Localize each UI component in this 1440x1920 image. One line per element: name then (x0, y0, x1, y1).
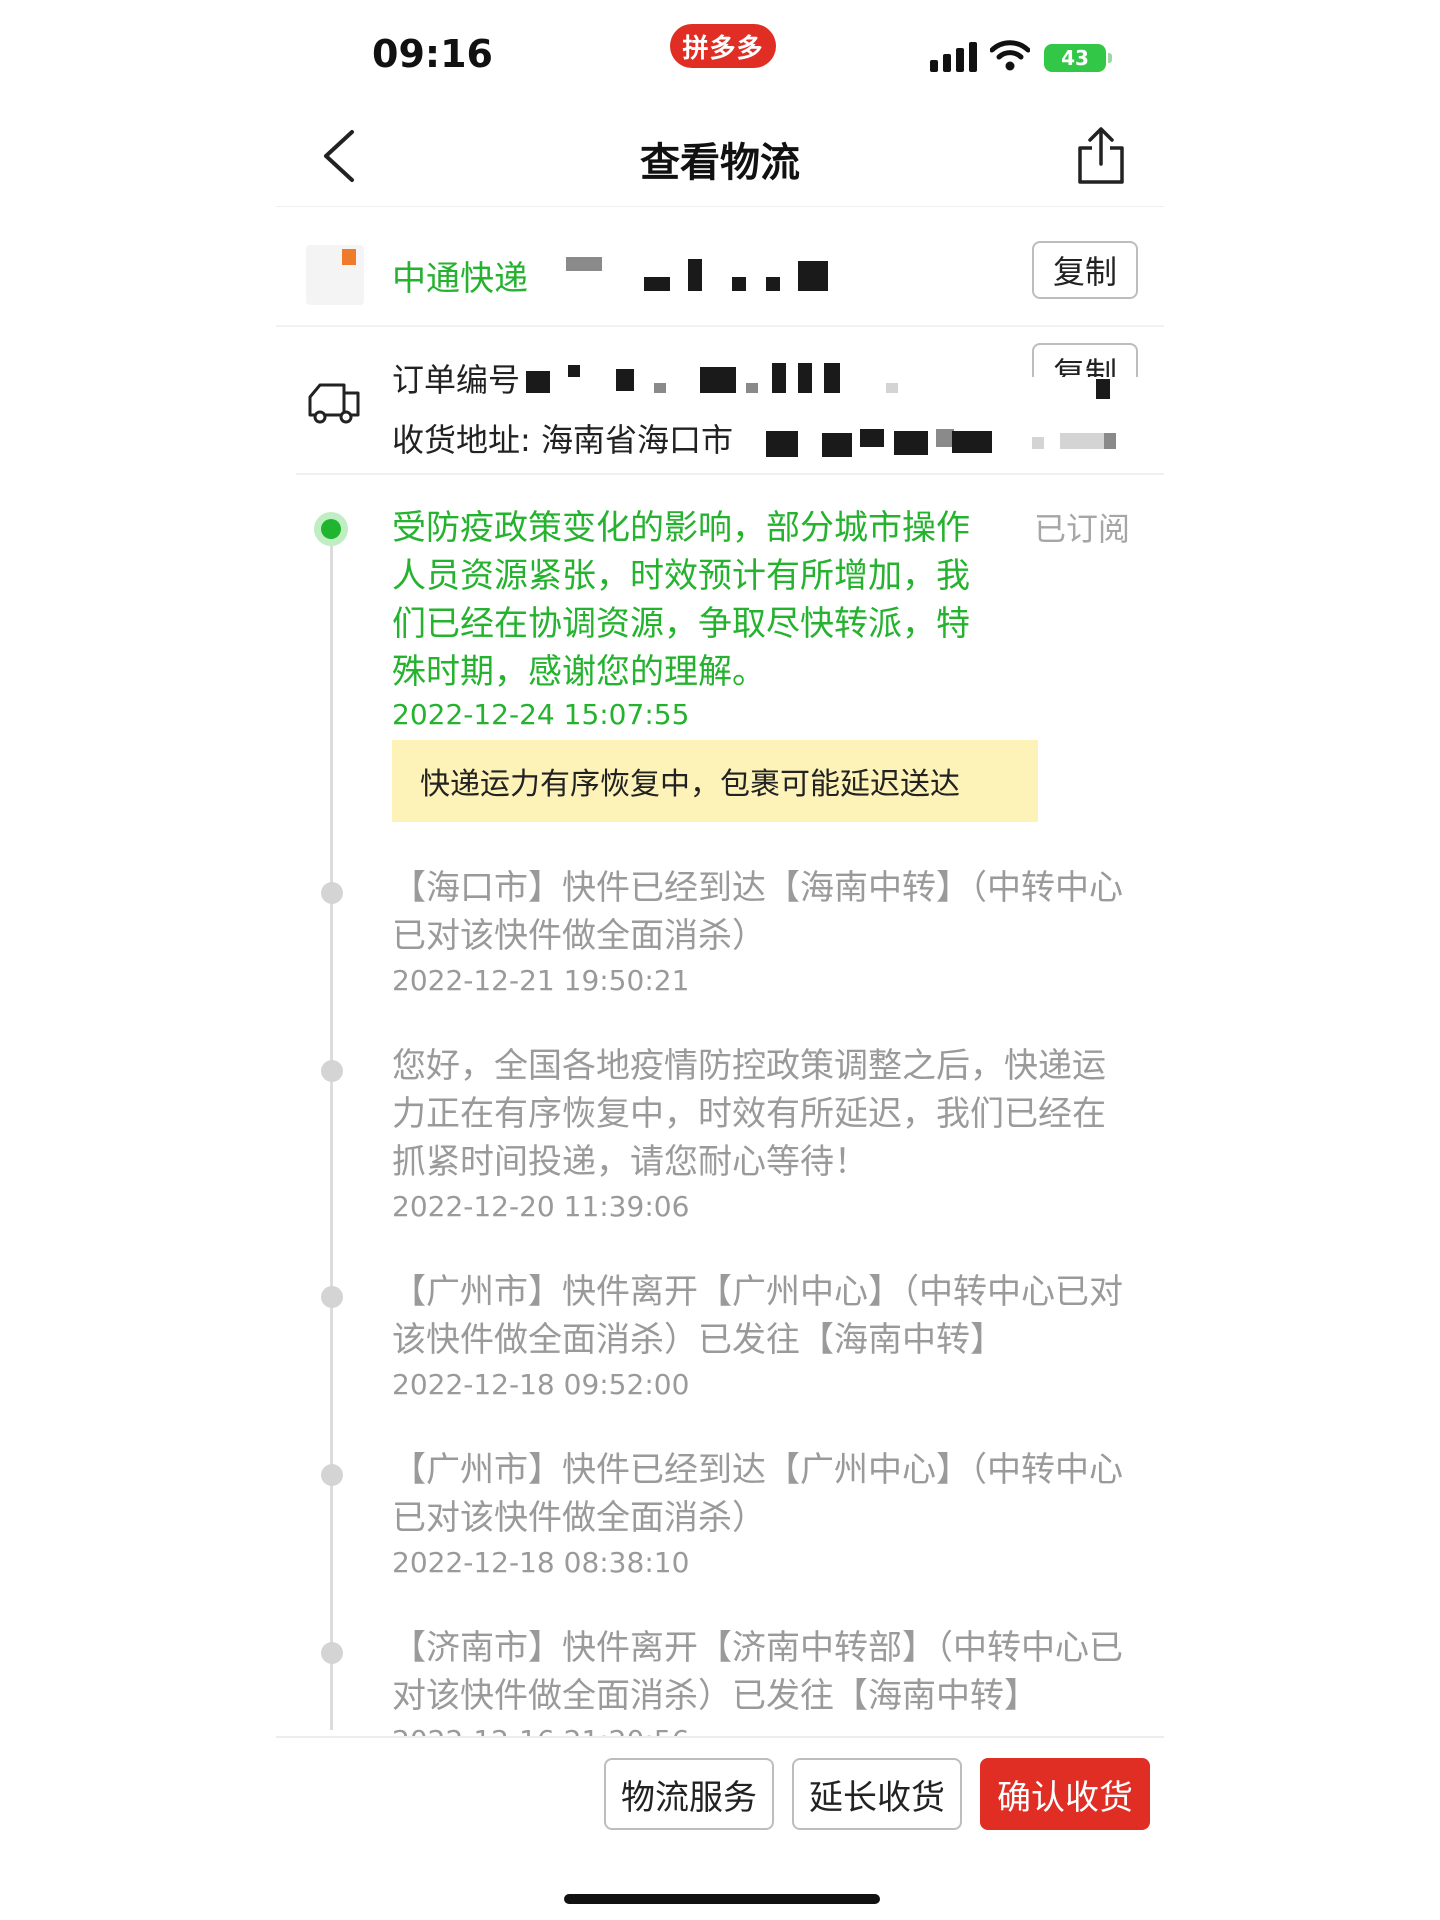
event-time: 2022-12-20 11:39:06 (392, 1190, 690, 1223)
timeline-dot (321, 882, 343, 904)
redacted-order-number (568, 365, 580, 377)
event-text-current: 受防疫政策变化的影响，部分城市操作人员资源紧张，时效预计有所增加，我们已经在协调… (392, 508, 970, 692)
app-badge: 拼多多 (670, 24, 776, 68)
signal-icon (930, 42, 977, 72)
redacted-order-number (700, 367, 736, 393)
confirm-receipt-button[interactable]: 确认收货 (980, 1758, 1150, 1830)
timeline-dot-current (314, 512, 348, 546)
courier-logo (306, 245, 364, 305)
event-text: 【海口市】快件已经到达【海南中转】（中转中心已对该快件做全面消杀） (392, 868, 1123, 956)
courier-card: 中通快递 复制 订单编号 复制 收货地址: 海南省海口市 (276, 206, 1164, 475)
event-time: 2022-12-21 19:50:21 (392, 964, 690, 997)
redacted-tracking-number (732, 277, 746, 291)
redacted-address (1060, 433, 1104, 449)
redacted-order-number (654, 383, 666, 393)
redacted-tracking-number (644, 277, 670, 291)
redacted-address (822, 433, 852, 457)
redacted-tracking-number (566, 257, 602, 271)
timeline-dot (321, 1060, 343, 1082)
redacted-address (1032, 437, 1044, 449)
delay-notice: 快递运力有序恢复中，包裹可能延迟送达 (392, 740, 1038, 822)
redacted-order-number (616, 369, 634, 391)
redacted-order-number (1096, 379, 1110, 399)
timeline-dot (321, 1286, 343, 1308)
battery-icon: 43 (1044, 44, 1112, 72)
event-time: 2022-12-16 21:20:56 (392, 1724, 689, 1736)
extend-receipt-button[interactable]: 延长收货 (792, 1758, 962, 1830)
redacted-address (952, 431, 992, 453)
event-time: 2022-12-18 09:52:00 (392, 1368, 690, 1401)
redacted-order-number (746, 383, 758, 393)
battery-level: 43 (1061, 46, 1089, 70)
redacted-address (766, 431, 798, 457)
redacted-order-number (798, 363, 812, 393)
order-number-label: 订单编号 (392, 361, 521, 399)
redacted-order-number (526, 371, 550, 393)
logistics-service-button[interactable]: 物流服务 (604, 1758, 774, 1830)
redacted-tracking-number (798, 261, 828, 291)
truck-icon (308, 383, 360, 424)
subscribed-label[interactable]: 已订阅 (1034, 504, 1130, 550)
copy-tracking-button[interactable]: 复制 (1032, 241, 1138, 299)
page-title: 查看物流 (640, 140, 800, 186)
courier-name: 中通快递 (392, 259, 528, 299)
logistics-screen: 09:16 拼多多 43 查看物流 中通快递 复制 订单编号 复制 收货地址: … (0, 0, 1440, 1920)
redacted-address (1104, 433, 1116, 449)
event-time-current: 2022-12-24 15:07:55 (392, 698, 690, 731)
copy-order-button[interactable]: 复制 (1032, 343, 1138, 377)
redacted-address (860, 429, 884, 447)
home-indicator[interactable] (564, 1894, 880, 1904)
card-bottom-divider (296, 473, 1164, 475)
event-text: 【广州市】快件离开【广州中心】（中转中心已对该快件做全面消杀）已发往【海南中转】 (392, 1272, 1123, 1360)
redacted-order-number (772, 363, 786, 393)
redacted-order-number (886, 383, 898, 393)
timeline-line (330, 524, 333, 1730)
event-time: 2022-12-18 08:38:10 (392, 1546, 690, 1579)
redacted-tracking-number (688, 259, 702, 291)
event-text: 【广州市】快件已经到达【广州中心】（中转中心已对该快件做全面消杀） (392, 1450, 1123, 1538)
redacted-address (894, 431, 928, 455)
event-text: 您好，全国各地疫情防控政策调整之后，快递运力正在有序恢复中，时效有所延迟，我们已… (392, 1046, 1106, 1182)
bottom-bar-divider (276, 1736, 1164, 1738)
address-label: 收货地址: 海南省海口市 (392, 421, 733, 459)
timeline-dot (321, 1642, 343, 1664)
status-time: 09:16 (372, 32, 493, 76)
timeline-dot (321, 1464, 343, 1486)
card-divider (276, 325, 1164, 327)
event-time-cutoff: 2022-12-16 21:20:56 (276, 1700, 1164, 1736)
wifi-icon (990, 40, 1030, 71)
redacted-tracking-number (766, 277, 780, 291)
share-icon[interactable] (1076, 126, 1126, 186)
redacted-order-number (824, 363, 840, 393)
